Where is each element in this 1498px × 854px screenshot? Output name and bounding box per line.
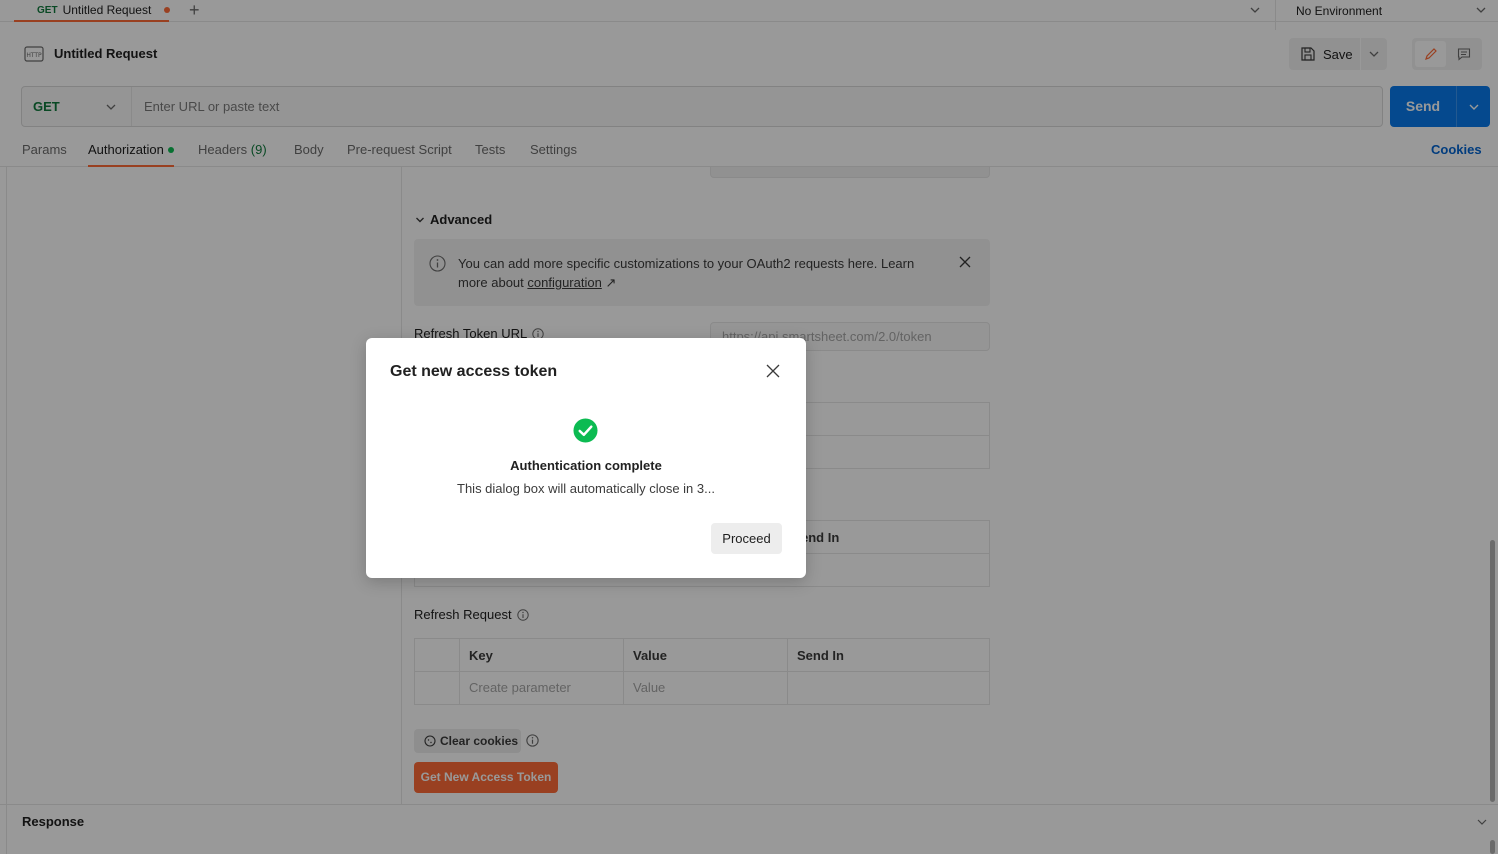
get-new-access-token-dialog: Get new access token Authentication comp… (366, 338, 806, 578)
dialog-title: Get new access token (390, 363, 558, 380)
success-check-icon (573, 418, 598, 443)
dialog-heading: Authentication complete (510, 458, 662, 473)
proceed-button[interactable]: Proceed (711, 523, 782, 554)
dialog-subtext: This dialog box will automatically close… (457, 481, 715, 496)
close-icon[interactable] (765, 363, 781, 379)
